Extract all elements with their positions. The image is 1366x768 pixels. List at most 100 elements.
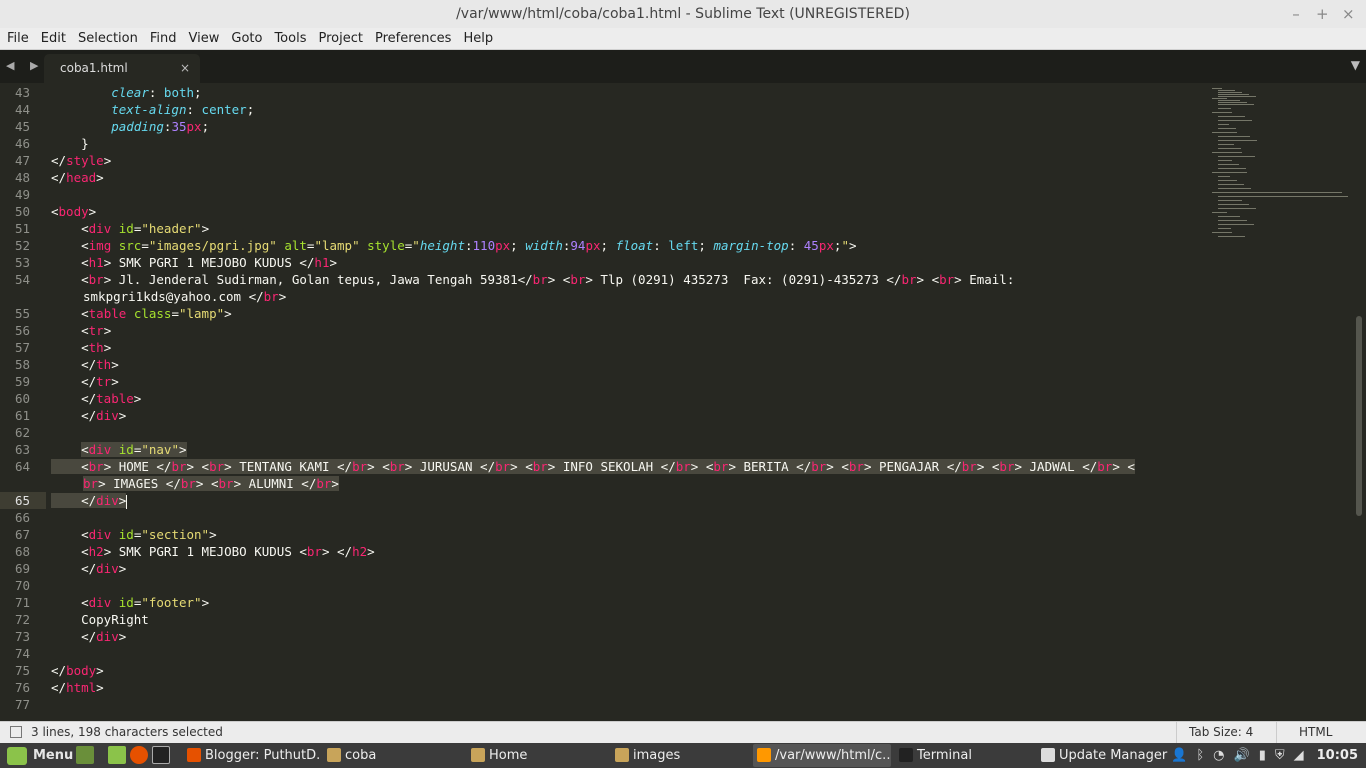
minimap-line [1218,204,1249,205]
volume-icon[interactable]: 🔊 [1234,748,1250,763]
vertical-scrollbar[interactable] [1352,84,1366,720]
clock[interactable]: 10:05 [1317,748,1358,763]
minimap-line [1218,180,1237,181]
tab-size-button[interactable]: Tab Size: 4 [1176,722,1265,744]
panel-toggle-icon[interactable] [10,726,22,738]
line-number: 44 [14,102,30,117]
network-icon[interactable]: ◢ [1294,748,1304,763]
battery-icon[interactable]: ▮ [1259,748,1266,763]
minimap-line [1218,224,1254,225]
minimap-line [1218,124,1229,125]
minimap-line [1218,160,1232,161]
line-number: 52 [14,238,30,253]
code-line: } [51,136,89,151]
code-line: </style> [51,153,112,168]
minimap-line [1218,188,1251,189]
minimap-line [1212,232,1232,233]
minimap-line [1212,192,1342,193]
taskbar-window-label: Update Manager [1059,748,1168,763]
menu-preferences[interactable]: Preferences [371,31,455,46]
menu-tools[interactable]: Tools [270,31,310,46]
taskbar-window-button[interactable]: Blogger: PuthutD... [183,744,319,767]
minimap-line [1218,94,1249,95]
file-manager-icon[interactable] [108,746,126,764]
tab-close-icon[interactable]: × [180,54,190,83]
taskbar-window-button[interactable]: coba [323,744,463,767]
line-number: 71 [14,595,30,610]
code-line: <div id="header"> [51,221,210,236]
line-number: 47 [14,153,30,168]
show-desktop-icon[interactable] [76,746,94,764]
terminal-launcher-icon[interactable] [152,746,170,764]
menu-edit[interactable]: Edit [37,31,70,46]
close-window-button[interactable]: × [1342,0,1355,28]
minimap-line [1218,184,1244,185]
code-line: </tr> [51,374,119,389]
line-number: 76 [14,680,30,695]
system-tray: 👤 ᛒ ◔ 🔊 ▮ ⛨ ◢ 10:05 [1171,743,1366,768]
line-number: 58 [14,357,30,372]
code-line: </th> [51,357,119,372]
app-icon [615,748,629,762]
code-line: <th> [51,340,112,355]
maximize-button[interactable]: + [1316,0,1329,28]
code-line: <br> Jl. Jenderal Sudirman, Golan tepus,… [51,272,1015,287]
menu-find[interactable]: Find [146,31,181,46]
taskbar-window-label: images [633,748,681,763]
menu-help[interactable]: Help [459,31,497,46]
line-number: 68 [14,544,30,559]
shield-icon[interactable]: ⛨ [1275,748,1285,763]
syntax-button[interactable]: HTML [1276,722,1354,744]
bluetooth-icon[interactable]: ᛒ [1196,748,1204,763]
line-number: 66 [14,510,30,525]
tab-coba1-html[interactable]: coba1.html × [44,54,200,83]
code-area[interactable]: clear: both; text-align: center; padding… [51,84,1211,713]
taskbar-window-button[interactable]: Update Manager [1037,744,1177,767]
taskbar-window-button[interactable]: /var/www/html/c... [753,744,891,767]
minimap-line [1218,90,1235,91]
minimap-line [1218,120,1252,121]
user-icon[interactable]: 👤 [1171,748,1187,763]
minimap-line [1218,228,1231,229]
code-line: clear: both; [111,85,202,100]
taskbar-window-button[interactable]: images [611,744,749,767]
line-number: 64 [14,459,30,474]
menu-file[interactable]: File [3,31,33,46]
tab-dropdown-icon[interactable]: ▼ [1351,58,1360,72]
minimap-line [1212,152,1242,153]
code-line-selected-wrapped: br> IMAGES </br> <br> ALUMNI </br> [83,476,339,491]
line-number: 70 [14,578,30,593]
mint-logo-icon [7,746,27,765]
line-number: 51 [14,221,30,236]
menu-goto[interactable]: Goto [227,31,266,46]
taskbar-window-button[interactable]: Terminal [895,744,1033,767]
app-icon [757,748,771,762]
minimap-line [1218,102,1247,103]
code-line-wrapped: smkpgri1kds@yahoo.com </br> [83,289,287,304]
line-number: 61 [14,408,30,423]
menu-view[interactable]: View [185,31,224,46]
wifi-icon[interactable]: ◔ [1213,748,1224,763]
minimize-button[interactable]: – [1290,0,1302,28]
code-line: </html> [51,680,104,695]
tab-nav-arrows-icon[interactable]: ◀ ▶ [6,59,44,72]
line-number: 55 [14,306,30,321]
code-editor[interactable]: 43 44 45 46 47 48 49 50 51 52 53 54 55 56 57 58 59 60 61 62… [0,84,1352,720]
minimap-line [1218,208,1256,209]
line-number: 73 [14,629,30,644]
minimap[interactable] [1210,84,1350,254]
menu-selection[interactable]: Selection [74,31,142,46]
minimap-line [1218,164,1239,165]
minimap-line [1212,132,1237,133]
minimap-line [1218,148,1241,149]
selection-status: 3 lines, 198 characters selected [31,725,223,739]
firefox-icon[interactable] [130,746,148,764]
taskbar-window-button[interactable]: Home [467,744,607,767]
line-number: 75 [14,663,30,678]
app-icon [187,748,201,762]
scrollbar-thumb[interactable] [1356,316,1362,516]
menu-project[interactable]: Project [314,31,366,46]
start-menu-button[interactable]: Menu [3,743,73,768]
line-number: 69 [14,561,30,576]
line-number: 67 [14,527,30,542]
